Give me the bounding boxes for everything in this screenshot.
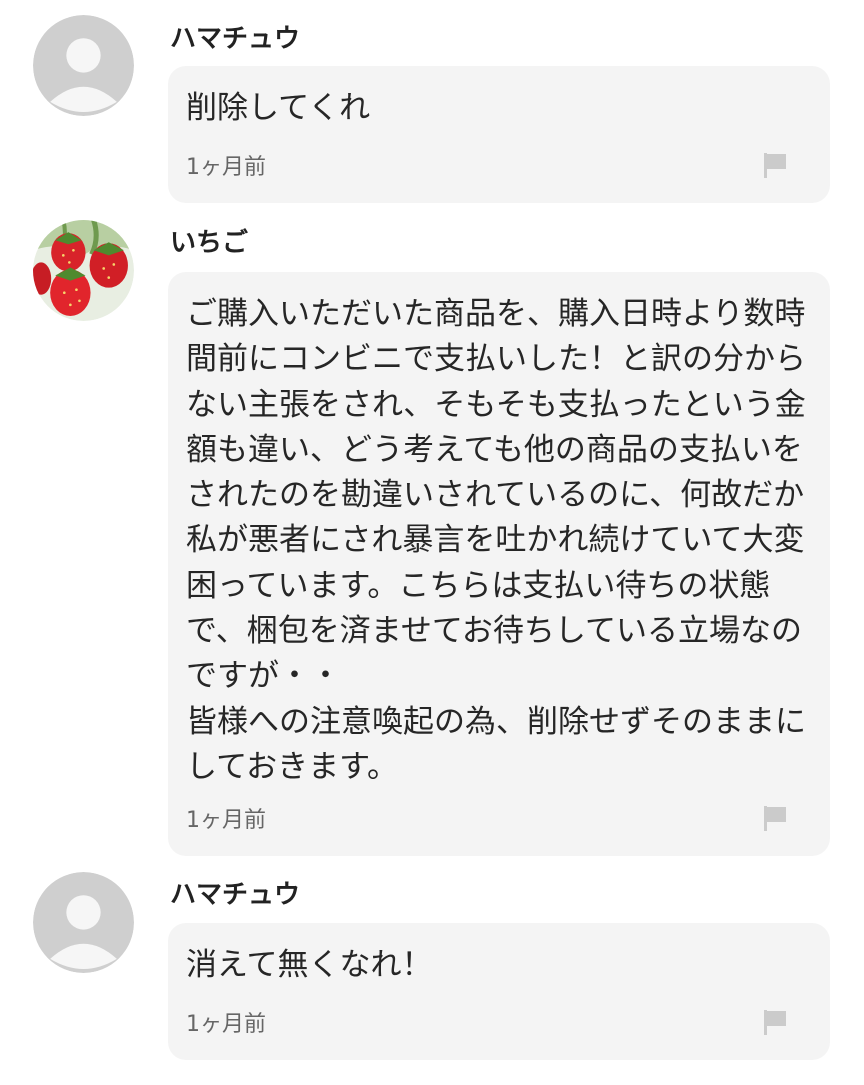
comment-username[interactable]: ハマチュウ: [170, 880, 300, 910]
flag-icon[interactable]: [762, 151, 788, 179]
flag-icon[interactable]: [762, 804, 788, 832]
comment-timestamp: 1ヶ月前: [186, 1012, 266, 1037]
comment-username[interactable]: ハマチュウ: [170, 24, 300, 54]
comment-message: ご購入いただいた商品を、購入日時より数時間前にコンビニで支払いした！と訳の分から…: [186, 296, 806, 785]
comment-bubble: 削除してくれ 1ヶ月前: [168, 66, 830, 203]
default-user-icon[interactable]: [33, 872, 134, 973]
comment-bubble: 消えて無くなれ！ 1ヶ月前: [168, 923, 830, 1060]
comment-message: 消えて無くなれ！: [186, 947, 433, 983]
flag-icon[interactable]: [762, 1008, 788, 1036]
comment-bubble: ご購入いただいた商品を、購入日時より数時間前にコンビニで支払いした！と訳の分から…: [168, 272, 830, 856]
comment-timestamp: 1ヶ月前: [186, 808, 266, 833]
comment-timestamp: 1ヶ月前: [186, 155, 266, 180]
default-user-icon[interactable]: [33, 15, 134, 116]
comment-message: 削除してくれ: [186, 90, 371, 126]
strawberry-photo[interactable]: [33, 220, 134, 321]
comment-username[interactable]: いちご: [170, 228, 248, 258]
